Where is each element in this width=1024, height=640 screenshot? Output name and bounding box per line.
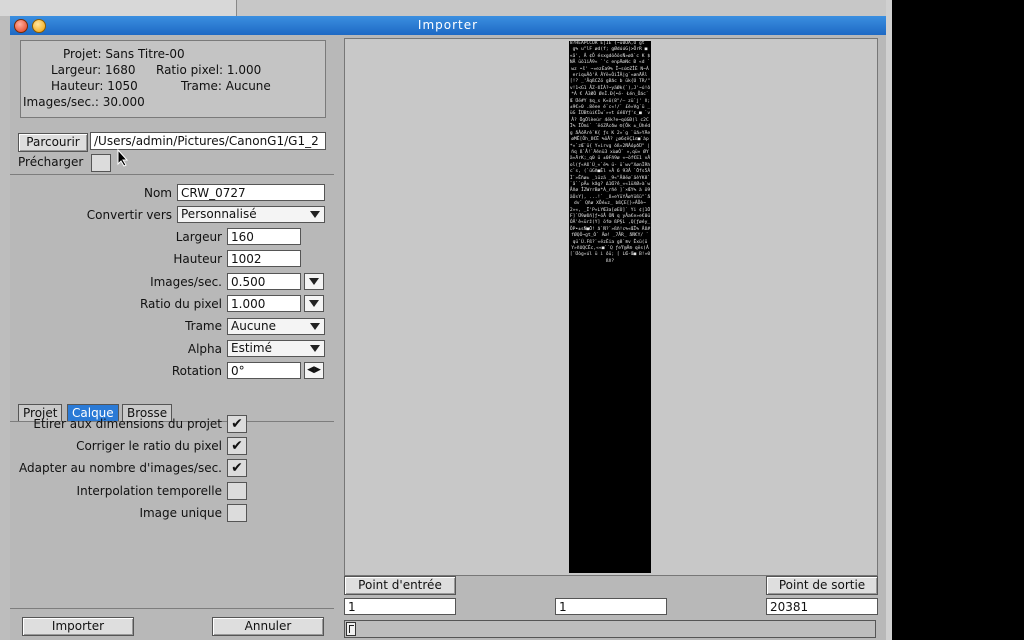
cursor-arrow-icon [117,148,129,167]
option-correct-ratio-checkbox[interactable]: ✔ [227,437,247,455]
background-app-toolbar [0,0,892,16]
frame-value: Aucune [231,319,277,333]
background-toolbar-segment [70,0,101,16]
cancel-button[interactable]: Annuler [212,617,324,636]
background-toolbar-segment [100,0,237,16]
project-frame-text: Trame: Aucune [181,79,271,93]
import-button[interactable]: Importer [22,617,134,636]
convert-to-select[interactable]: Personnalisé [177,206,325,223]
rotation-field[interactable]: 0° [227,362,301,379]
out-point-button[interactable]: Point de sortie [766,576,878,595]
check-icon: ✔ [231,416,243,432]
timeline-slider[interactable] [344,620,876,638]
width-label: Largeur [175,230,222,244]
option-stretch-label: Etirer aux dimensions du projet [33,417,222,431]
check-icon: ✔ [231,460,243,476]
option-adapt-fps-checkbox[interactable]: ✔ [227,459,247,477]
project-pixel-ratio-text: Ratio pixel: 1.000 [156,63,262,77]
background-app-edge [886,0,892,640]
project-info-panel: Projet: Sans Titre-00 Largeur: 1680 Rati… [20,40,326,118]
option-correct-ratio-label: Corriger le ratio du pixel [76,439,222,453]
current-frame-field[interactable]: 1 [555,598,667,615]
check-icon: ✔ [231,438,243,454]
convert-to-label: Convertir vers [86,208,172,222]
importer-window: Importer Projet: Sans Titre-00 Largeur: … [10,16,886,640]
rotation-stepper[interactable]: ◀▶ [304,362,324,379]
preview-area: 8?HEAPCCOR Ê|IE {~ü0ÕA,Õ gt `g% u"lF ød(… [344,38,878,576]
preview-garbled-text: 8?HEAPCCOR Ê|IE {~ü0ÕA,Õ gt `g% u"lF ød(… [569,41,651,264]
handle-mark-icon [349,625,354,633]
file-path-field[interactable]: /Users/admin/Pictures/CanonG1/G1_2 [90,132,326,150]
alpha-select[interactable]: Estimé [227,340,325,357]
preload-checkbox[interactable] [91,154,111,172]
project-width-text: Largeur: 1680 [51,63,136,77]
background-app-sidebar [0,16,10,640]
height-field[interactable]: 1002 [227,250,301,267]
in-point-button[interactable]: Point d'entrée [344,576,456,595]
background-toolbar-segment [40,0,71,16]
fps-dropdown-button[interactable] [304,273,324,290]
option-interpolation-checkbox[interactable] [227,482,247,500]
option-interpolation-label: Interpolation temporelle [76,484,222,498]
rotation-label: Rotation [171,364,222,378]
chevron-down-icon [309,278,319,285]
option-single-image-label: Image unique [139,506,222,520]
frame-select[interactable]: Aucune [227,318,325,335]
option-adapt-fps-label: Adapter au nombre d'images/sec. [19,461,222,475]
alpha-value: Estimé [231,341,272,355]
browse-button[interactable]: Parcourir [18,133,88,152]
pixel-ratio-field[interactable]: 1.000 [227,295,301,312]
fps-label: Images/sec. [150,275,222,289]
name-label: Nom [143,186,172,200]
divider [10,608,334,609]
background-toolbar-segment [0,0,41,16]
preload-label: Précharger [18,155,84,169]
project-height-text: Hauteur: 1050 [51,79,138,93]
height-label: Hauteur [173,252,222,266]
slider-handle[interactable] [346,622,356,636]
fps-field[interactable]: 0.500 [227,273,301,290]
option-stretch-checkbox[interactable]: ✔ [227,415,247,433]
window-titlebar[interactable]: Importer [10,16,886,35]
width-field[interactable]: 160 [227,228,301,245]
out-point-field[interactable]: 20381 [766,598,878,615]
project-name-text: Projet: Sans Titre-00 [63,47,185,61]
image-preview: 8?HEAPCCOR Ê|IE {~ü0ÕA,Õ gt `g% u"lF ød(… [569,41,651,573]
name-field[interactable]: CRW_0727 [177,184,325,201]
chevron-down-icon [310,323,320,330]
pixel-ratio-label: Ratio du pixel [139,297,222,311]
option-single-image-checkbox[interactable] [227,504,247,522]
chevron-down-icon [310,211,320,218]
in-point-field[interactable]: 1 [344,598,456,615]
alpha-label: Alpha [187,342,222,356]
convert-to-value: Personnalisé [181,207,257,221]
chevron-down-icon [310,345,320,352]
window-title: Importer [417,18,479,32]
left-right-arrows-icon: ◀▶ [307,365,321,375]
divider [10,174,334,175]
frame-label: Trame [185,319,222,333]
chevron-down-icon [309,300,319,307]
pixel-ratio-dropdown-button[interactable] [304,295,324,312]
project-fps-text: Images/sec.: 30.000 [23,95,145,109]
